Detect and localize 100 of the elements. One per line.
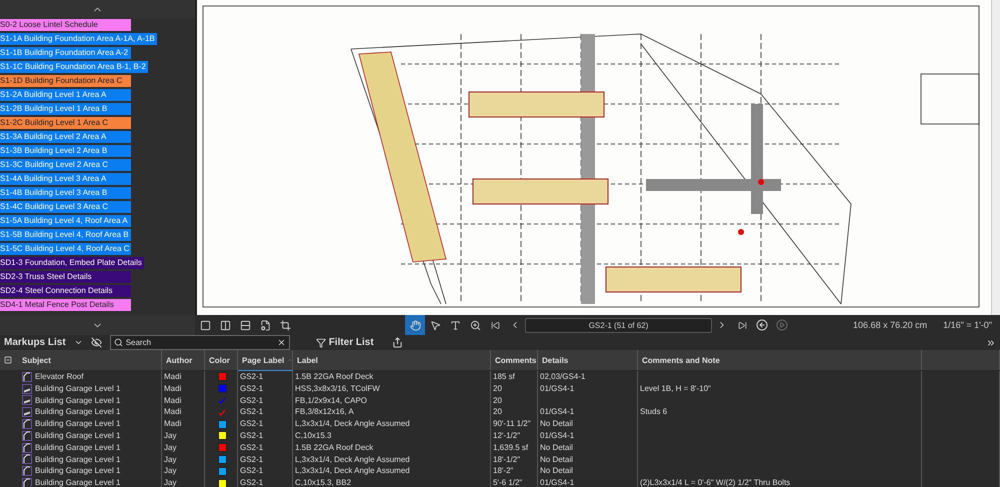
area-markup-icon [22, 454, 32, 464]
page-dimensions: 106.68 x 76.20 cm [852, 320, 928, 330]
hidden-eye-icon[interactable] [90, 337, 102, 348]
table-cell: GS2-1 [238, 454, 293, 466]
count-markup-icon [22, 384, 32, 394]
area-markup-icon [22, 478, 32, 487]
table-cell: HSS,3x8x3/16, TColFW [293, 382, 491, 395]
table-cell: L,3x3x1/4, Deck Angle Assumed [293, 454, 491, 466]
bookmark-item[interactable]: S1-3B Building Level 2 Area B [0, 145, 131, 157]
column-header[interactable]: Label [293, 350, 491, 370]
column-header[interactable]: Page Label [238, 350, 293, 371]
table-cell: 20 [491, 394, 538, 406]
table-cell: L,3x3x1/4, Deck Angle Assumed [293, 418, 491, 430]
table-cell: 90'-11 1/2" [491, 418, 538, 430]
filter-icon [316, 338, 326, 348]
scrollbar[interactable] [991, 0, 1000, 315]
table-cell: Level 1B, H = 8'-10" [640, 382, 711, 395]
expand-icon[interactable] [986, 338, 996, 348]
table-cell: 02,03/GS4-1 [540, 371, 586, 383]
caret-icon[interactable] [74, 338, 83, 347]
scale-label: 1/16" = 1'-0" [942, 320, 993, 330]
table-cell: GS2-1 [238, 371, 293, 383]
table-cell: 01/GS4-1 [540, 406, 574, 418]
area-markup-icon [22, 466, 32, 476]
area-markup-icon [22, 430, 32, 441]
table-cell: 01/GS4-1 [540, 477, 574, 487]
table-cell: GS2-1 [238, 418, 293, 430]
table-cell: GS2-1 [238, 477, 293, 487]
table-cell: Jay [162, 477, 205, 487]
collapse-icon [4, 356, 12, 364]
bookmark-item[interactable]: SD2-3 Truss Steel Details [0, 271, 131, 283]
table-cell: Jay [162, 454, 205, 466]
bookmark-item[interactable]: SD4-1 Metal Fence Post Details [0, 299, 131, 311]
bookmark-item[interactable]: S1-4B Building Level 3 Area B [0, 187, 131, 199]
table-cell: FB,3/8x12x16, A [293, 406, 491, 418]
bookmark-item[interactable]: S1-3A Building Level 2 Area A [0, 131, 131, 143]
table-cell: Jay [162, 442, 205, 454]
bookmark-item[interactable]: S1-3C Building Level 2 Area C [0, 159, 131, 171]
table-cell: 185 sf [491, 371, 538, 383]
table-cell: GS2-1 [238, 382, 293, 395]
table-cell: No Detail [540, 442, 573, 454]
table-cell: L,3x3x1/4, Deck Angle Assumed [293, 465, 491, 478]
table-cell: GS2-1 [238, 430, 293, 442]
column-header[interactable]: Details [538, 350, 638, 370]
table-cell: 1.5B 22GA Roof Deck [293, 442, 491, 454]
table-cell: 18'-1/2" [491, 454, 538, 466]
count-markup-icon [22, 395, 32, 406]
bookmark-item[interactable]: S1-2C Building Level 1 Area C [0, 117, 131, 129]
column-header[interactable]: Comments and Note [638, 350, 922, 370]
table-cell: Jay [162, 430, 205, 442]
table-cell: 1.5B 22GA Roof Deck [293, 371, 491, 383]
table-cell: 01/GS4-1 [540, 430, 574, 442]
bookmark-item[interactable]: S0-2 Loose Lintel Schedule [0, 19, 131, 31]
table-cell: No Detail [540, 454, 573, 466]
count-markup-icon [22, 407, 32, 418]
table-cell: (2)L3x3x1/4 L = 0'-6" W/(2) 1/2" Thru Bolts [640, 477, 790, 487]
table-cell: 20 [491, 382, 538, 395]
search-field[interactable]: Search [110, 335, 290, 350]
search-icon [114, 338, 123, 347]
area-markup-icon [22, 419, 32, 430]
bookmark-item[interactable]: S1-2A Building Level 1 Area A [0, 89, 131, 101]
table-cell: 18'-2" [491, 465, 538, 478]
column-header[interactable]: Color [205, 350, 238, 370]
column-header[interactable]: Author [162, 350, 205, 370]
table-cell: No Detail [540, 465, 573, 478]
bookmark-item[interactable]: S1-5C Building Level 4, Roof Area C [0, 243, 132, 255]
table-cell: Madi [162, 406, 205, 418]
table-cell: GS2-1 [238, 442, 293, 454]
bookmark-item[interactable]: S1-5B Building Level 4, Roof Area B [0, 229, 131, 241]
page-field[interactable]: GS2-1 (51 of 62) [525, 318, 712, 332]
bookmark-item[interactable]: SD2-4 Steel Connection Details [0, 285, 131, 297]
bookmark-item[interactable]: S1-1C Building Foundation Area B-1, B-2 [0, 61, 148, 73]
bookmark-item[interactable]: S1-4A Building Level 3 Area A [0, 173, 131, 185]
table-cell: 20 [491, 406, 538, 418]
bookmark-item[interactable]: S1-4C Building Level 3 Area C [0, 201, 131, 213]
table-cell: Madi [162, 371, 205, 383]
panel-title[interactable]: Markups List [4, 337, 66, 348]
area-markup-icon [22, 372, 32, 382]
table-cell: GS2-1 [238, 394, 293, 406]
export-icon[interactable] [392, 337, 403, 348]
bookmark-item[interactable]: S1-5A Building Level 4, Roof Area A [0, 215, 131, 227]
table-cell: Madi [162, 418, 205, 430]
close-icon[interactable] [276, 338, 286, 347]
bookmark-item[interactable]: SD1-3 Foundation, Embed Plate Details [0, 257, 144, 269]
table-cell: FB,1/2x9x14, CAPO [293, 394, 491, 406]
column-header[interactable]: Subject [0, 350, 162, 370]
bookmark-item[interactable]: S1-1A Building Foundation Area A-1A, A-1B [0, 33, 157, 45]
table-cell: C,10x15.3, BB2 [293, 477, 491, 487]
filter-list-button[interactable]: Filter List [316, 337, 374, 348]
bookmark-item[interactable]: S1-2B Building Level 1 Area B [0, 103, 131, 115]
table-cell: 1,639.5 sf [491, 442, 538, 454]
table-cell: Jay [162, 465, 205, 478]
area-markup-icon [22, 442, 32, 453]
table-cell: No Detail [540, 418, 573, 430]
search-input[interactable]: Search [126, 338, 274, 347]
bookmark-item[interactable]: S1-1B Building Foundation Area A-2 [0, 47, 131, 59]
bookmark-item[interactable]: S1-1D Building Foundation Area C [0, 75, 131, 87]
table-cell: 01/GS4-1 [540, 382, 574, 395]
table-cell: Studs 6 [640, 406, 668, 418]
column-header[interactable]: Comments [491, 350, 538, 370]
